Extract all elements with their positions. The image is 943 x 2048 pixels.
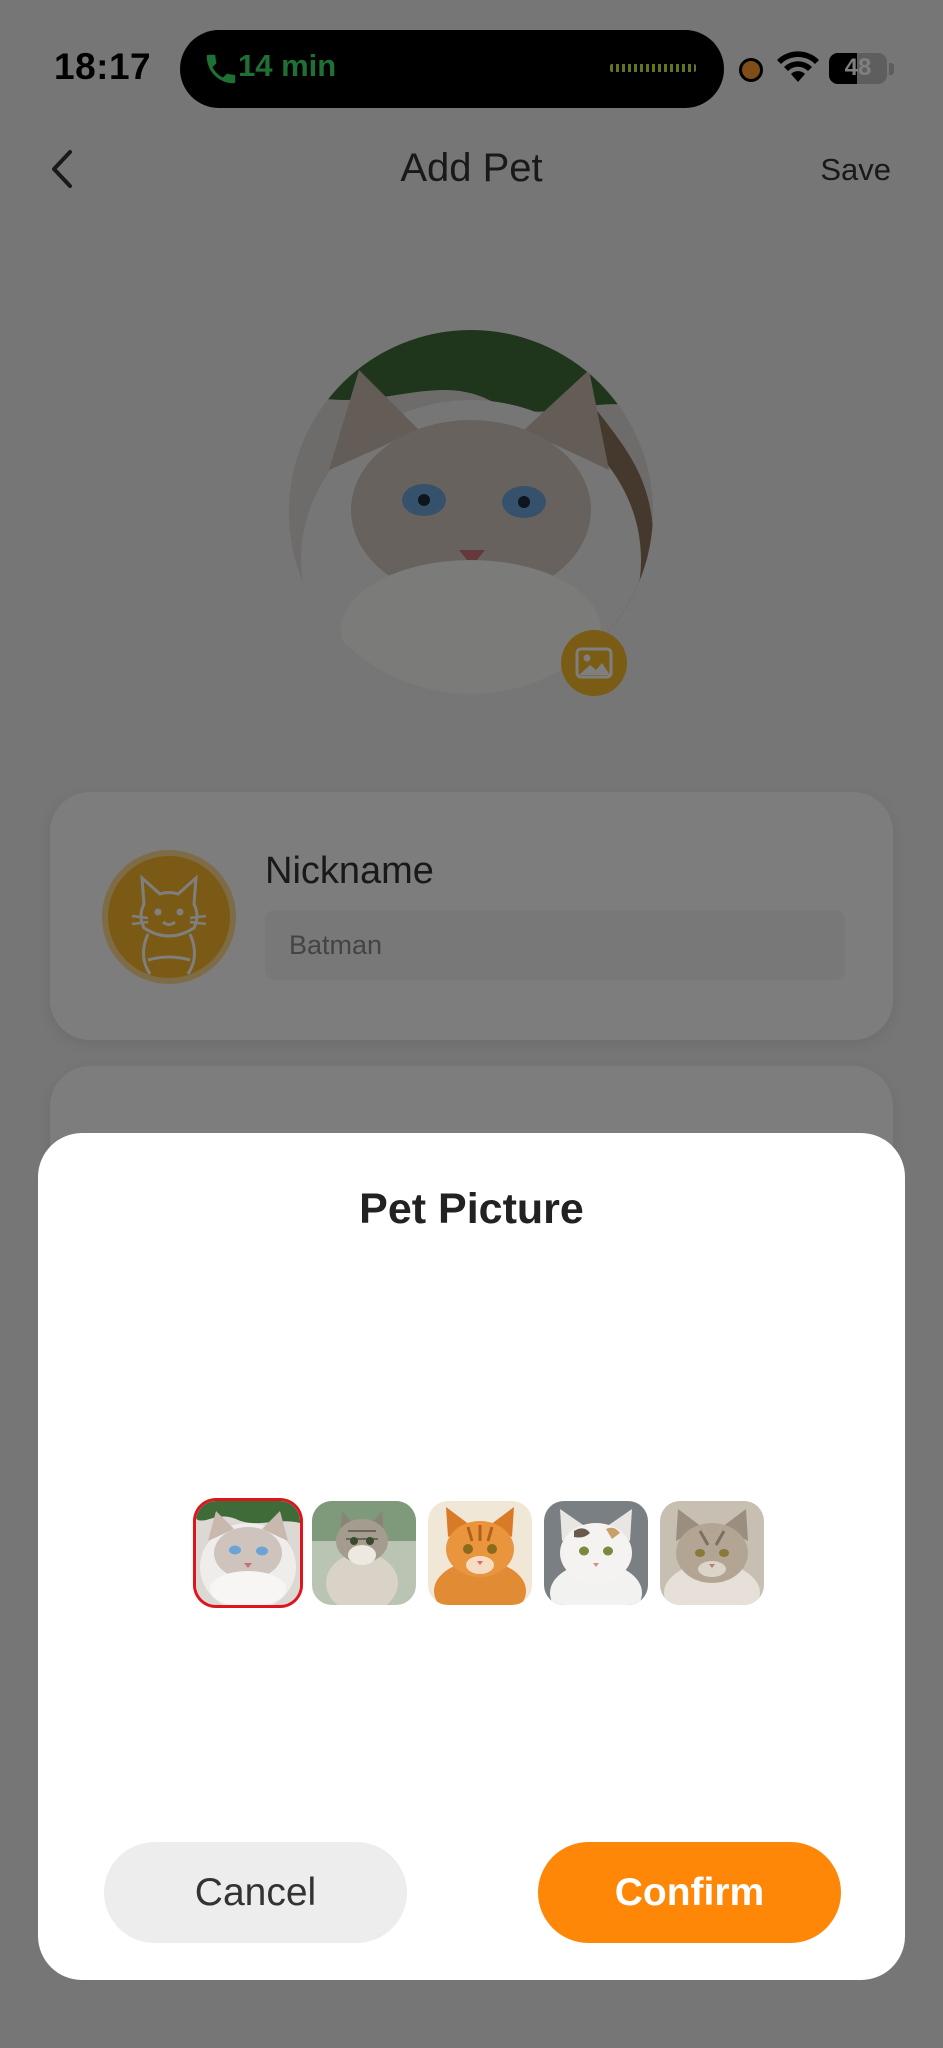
thumbnail-orange-tabby-cat[interactable]	[428, 1501, 532, 1605]
thumbnail-white-calico-cat[interactable]	[544, 1501, 648, 1605]
thumbnail-list	[196, 1501, 764, 1605]
thumbnail-ragdoll-cat[interactable]	[196, 1501, 300, 1605]
thumbnail-grey-longhair-cat[interactable]	[660, 1501, 764, 1605]
confirm-button[interactable]: Confirm	[538, 1842, 841, 1943]
modal-title: Pet Picture	[359, 1185, 584, 1233]
pet-picture-modal: Pet Picture Cancel Confirm	[38, 1133, 905, 1980]
thumbnail-tabby-kitten[interactable]	[312, 1501, 416, 1605]
cancel-button[interactable]: Cancel	[104, 1842, 407, 1943]
